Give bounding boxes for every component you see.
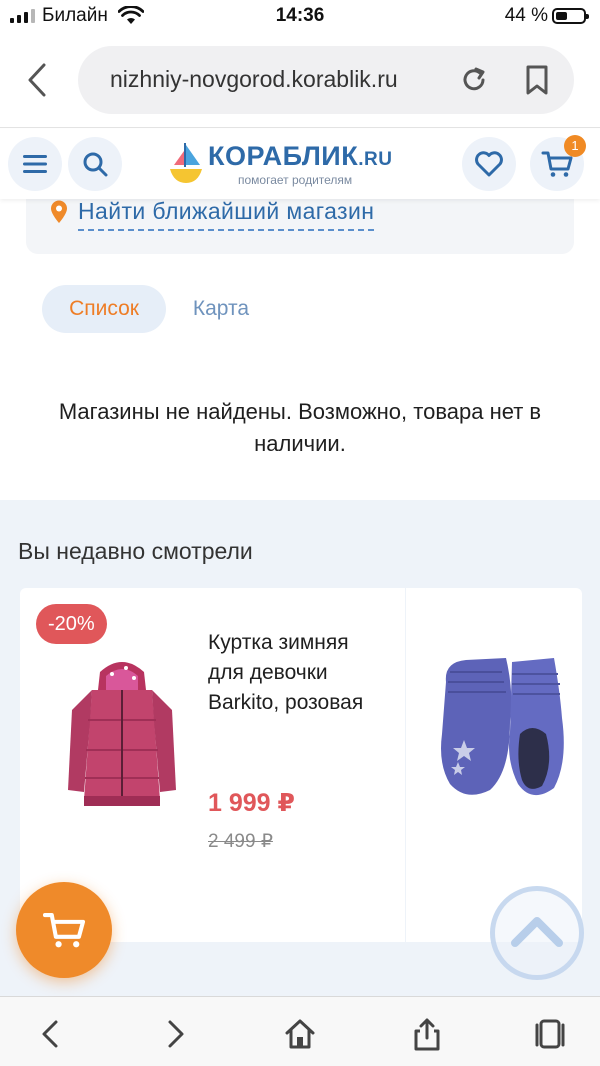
heart-icon <box>475 151 503 177</box>
cart-count-badge: 1 <box>564 135 586 157</box>
tabs-icon[interactable] <box>532 1017 566 1051</box>
url-text[interactable]: nizhniy-novgorod.korablik.ru <box>110 66 440 93</box>
scroll-to-top-button[interactable] <box>490 886 584 980</box>
logo-tagline: помогает родителям <box>238 173 353 187</box>
product-old-price: 2 499 ₽ <box>208 831 273 852</box>
back-chevron-icon[interactable] <box>34 1017 68 1051</box>
tab-list[interactable]: Список <box>42 285 166 333</box>
bookmark-icon[interactable] <box>524 64 550 96</box>
browser-address-area: nizhniy-novgorod.korablik.ru <box>0 34 600 128</box>
section-title: Вы недавно смотрели <box>18 538 253 564</box>
product-name[interactable]: Куртка зимняя для девочки Barkito, розов… <box>208 628 388 718</box>
empty-state-message: Магазины не найдены. Возможно, товара не… <box>58 399 542 456</box>
site-logo[interactable]: КОРАБЛИК.RU помогает родителям <box>168 139 418 189</box>
blue-mittens-image[interactable] <box>436 652 572 802</box>
battery-percent: 44 % <box>504 5 548 26</box>
tab-map[interactable]: Карта <box>176 285 266 333</box>
forward-chevron-icon[interactable] <box>158 1017 192 1051</box>
reload-icon[interactable] <box>458 64 490 96</box>
hamburger-menu-icon <box>23 155 47 173</box>
site-header: КОРАБЛИК.RU помогает родителям 1 <box>0 129 600 199</box>
product-price: 1 999 ₽ <box>208 789 295 817</box>
cart-button[interactable]: 1 <box>530 135 586 191</box>
battery-icon <box>552 8 589 24</box>
boat-logo-icon <box>170 143 202 183</box>
favorites-button[interactable] <box>462 137 516 191</box>
search-button[interactable] <box>68 137 122 191</box>
share-icon[interactable] <box>410 1017 444 1051</box>
discount-badge: -20% <box>36 604 107 644</box>
chevron-up-icon <box>511 917 563 947</box>
search-icon <box>83 152 108 177</box>
address-bar[interactable]: nizhniy-novgorod.korablik.ru <box>78 46 574 114</box>
cart-icon <box>42 913 86 948</box>
menu-button[interactable] <box>8 137 62 191</box>
find-nearest-store-link[interactable]: Найти ближайший магазин <box>78 198 375 231</box>
location-pin-icon <box>51 200 67 223</box>
logo-wordmark: КОРАБЛИК.RU <box>208 141 393 171</box>
status-bar: Билайн 14:36 44 % <box>0 0 600 34</box>
home-icon[interactable] <box>283 1017 317 1051</box>
browser-back-chevron-icon[interactable] <box>22 62 52 98</box>
floating-cart-button[interactable] <box>16 882 112 978</box>
pink-jacket-image[interactable] <box>62 650 182 812</box>
browser-toolbar <box>0 996 600 1066</box>
